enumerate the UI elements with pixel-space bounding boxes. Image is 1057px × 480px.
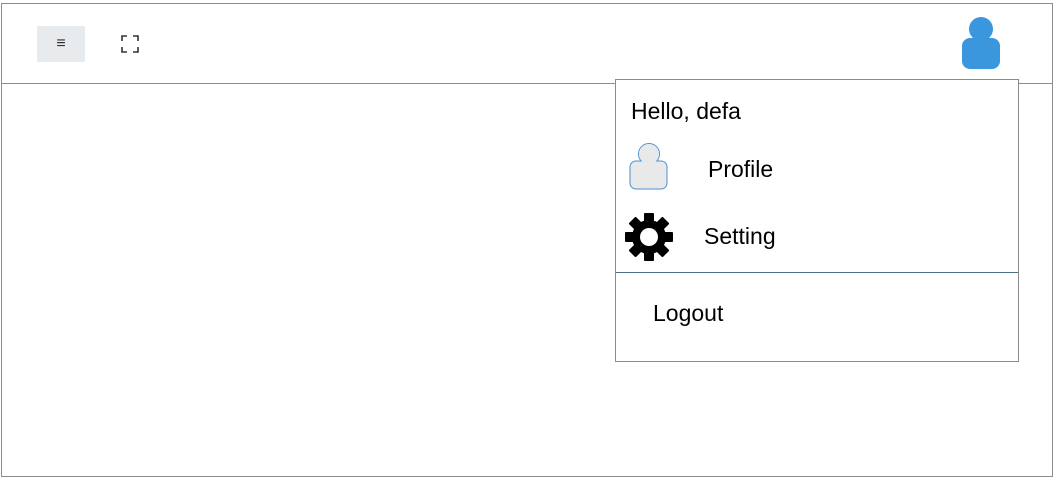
user-dropdown-menu: Hello, defa Profile Setting Logout [615,79,1019,362]
menu-item-logout-label: Logout [653,300,724,326]
user-greeting: Hello, defa [631,98,741,124]
gear-icon [625,213,673,261]
menu-divider [616,272,1018,273]
fullscreen-icon [121,35,139,53]
menu-item-setting[interactable]: Setting [616,208,1018,264]
hamburger-icon: ≡ [56,35,66,52]
top-navbar: ≡ [2,4,1052,84]
user-avatar-icon [962,17,1000,69]
menu-item-profile-label: Profile [708,156,774,182]
user-icon [629,143,668,190]
fullscreen-button[interactable] [112,26,148,62]
menu-toggle-button[interactable]: ≡ [37,26,85,62]
user-avatar-button[interactable] [957,16,1003,72]
app-window: ≡ Hello, defa Profile Setting Logout [1,3,1053,477]
menu-item-setting-label: Setting [704,223,776,249]
menu-item-logout[interactable]: Logout [616,285,1018,345]
menu-item-profile[interactable]: Profile [616,140,1018,196]
